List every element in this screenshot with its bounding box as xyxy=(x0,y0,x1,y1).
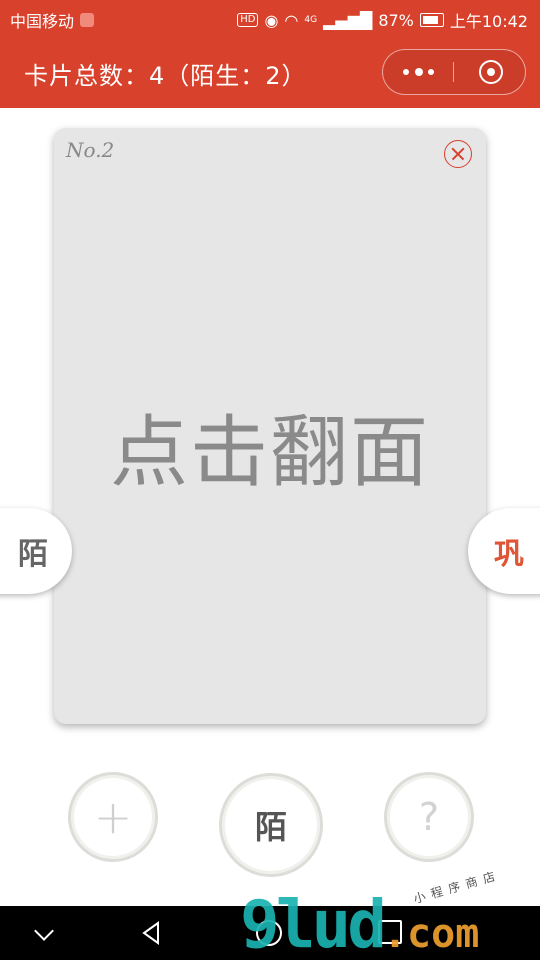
battery-percent: 87% xyxy=(378,10,414,30)
watermark-main: 9lud xyxy=(240,886,387,963)
close-miniprogram-icon[interactable] xyxy=(479,60,503,84)
status-left: 中国移动 xyxy=(10,8,95,32)
add-card-button[interactable]: + xyxy=(68,772,158,862)
back-icon[interactable] xyxy=(138,920,164,946)
watermark-suffix: .com xyxy=(382,911,480,957)
signal-icon: ▂▄▆█ xyxy=(323,10,373,30)
card-number: No.2 xyxy=(66,138,115,162)
help-button[interactable]: ? xyxy=(384,772,474,862)
unfamiliar-filter-button[interactable]: 陌 xyxy=(219,773,323,877)
status-right: HD ◉ ◠ 4G ▂▄▆█ 87% 上午10:42 xyxy=(237,8,528,32)
hide-nav-icon[interactable] xyxy=(32,920,58,946)
delete-card-icon[interactable] xyxy=(444,140,472,168)
more-menu-icon[interactable] xyxy=(403,59,437,85)
battery-icon xyxy=(419,13,444,27)
page-title: 卡片总数：4（陌生：2） xyxy=(24,62,307,90)
flip-prompt: 点击翻面 xyxy=(109,408,430,498)
carrier-name: 中国移动 xyxy=(10,12,75,31)
clock: 上午10:42 xyxy=(449,12,528,31)
miniprogram-capsule xyxy=(382,49,526,95)
message-notification-icon xyxy=(80,13,95,27)
status-bar: 中国移动 HD ◉ ◠ 4G ▂▄▆█ 87% 上午10:42 xyxy=(0,0,540,36)
wifi-icon: ◠ xyxy=(284,10,299,30)
hd-icon: HD xyxy=(237,13,259,27)
eye-icon: ◉ xyxy=(264,10,279,30)
flash-card[interactable]: No.2 点击翻面 xyxy=(54,128,486,724)
capsule-divider xyxy=(453,62,454,82)
nav-bar: 卡片总数：4（陌生：2） xyxy=(0,36,540,108)
network-type: 4G xyxy=(304,15,318,25)
